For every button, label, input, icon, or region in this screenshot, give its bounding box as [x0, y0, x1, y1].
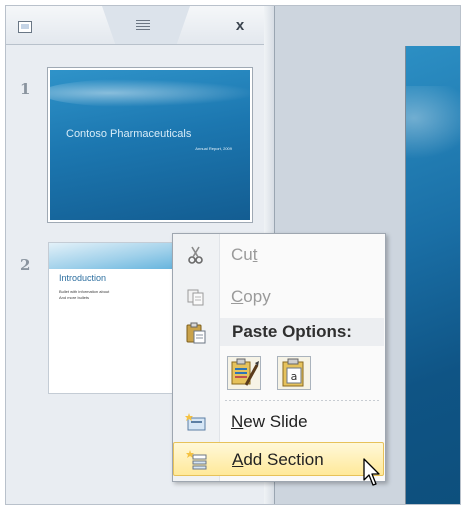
slide-heading: Introduction	[59, 273, 107, 283]
menu-item-new-slide[interactable]: New Slide	[173, 405, 385, 439]
current-slide-canvas[interactable]	[405, 46, 460, 504]
add-section-icon	[186, 450, 207, 470]
menu-item-label: Cut	[231, 245, 258, 264]
slide-background-wave	[50, 78, 250, 108]
slide-bullet: Bullet with information about	[59, 289, 110, 294]
slide-bullet: And more bullets	[59, 295, 90, 300]
menu-item-add-section[interactable]: Add Section	[173, 442, 384, 476]
context-menu: Cut Copy Paste Options: a New Slide Add …	[172, 233, 386, 482]
menu-separator	[225, 400, 381, 401]
paste-options-header: Paste Options:	[220, 318, 384, 346]
paste-clipboard-icon	[186, 322, 206, 344]
slide-header-band	[49, 243, 189, 269]
slide-number: 1	[20, 80, 31, 98]
close-panel-button[interactable]: x	[232, 18, 248, 34]
paste-use-destination-theme-button[interactable]	[227, 356, 261, 390]
slide-background-wave	[406, 86, 460, 166]
svg-text:a: a	[291, 370, 298, 383]
panel-tab-bar: x	[6, 6, 264, 45]
menu-item-copy[interactable]: Copy	[173, 280, 385, 314]
slide-thumbnail-2[interactable]: Introduction Bullet with information abo…	[48, 242, 190, 394]
menu-item-label: Copy	[231, 287, 271, 306]
slide-subtitle: Annual Report, 2009	[195, 146, 232, 151]
scissors-icon	[188, 246, 203, 264]
mouse-pointer-icon	[363, 458, 380, 486]
slides-tab-icon[interactable]	[18, 21, 32, 33]
slide-number: 2	[20, 256, 31, 274]
paste-keep-text-only-button[interactable]: a	[277, 356, 311, 390]
tab-outline[interactable]	[102, 6, 190, 44]
new-slide-icon	[185, 413, 206, 431]
slide-title: Contoso Pharmaceuticals	[66, 128, 192, 140]
menu-item-label: New Slide	[231, 412, 308, 431]
slide-thumbnail-1[interactable]: Contoso Pharmaceuticals Annual Report, 2…	[48, 68, 252, 222]
copy-icon	[187, 289, 204, 306]
paste-options-label: Paste Options:	[232, 322, 352, 341]
menu-item-cut[interactable]: Cut	[173, 238, 385, 272]
paste-keep-text-only-icon: a	[282, 358, 304, 387]
paste-use-destination-theme-icon	[231, 358, 259, 386]
menu-item-label: Add Section	[232, 450, 324, 469]
outline-list-icon	[136, 20, 150, 31]
